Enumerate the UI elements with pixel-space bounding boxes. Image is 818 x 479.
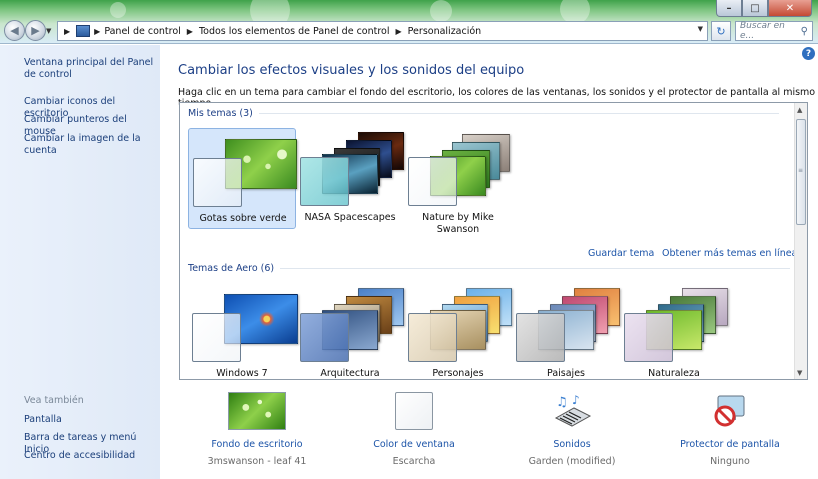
svg-text:♫: ♫ <box>556 395 568 410</box>
page-title: Cambiar los efectos visuales y los sonid… <box>178 63 525 78</box>
theme-name: Naturaleza <box>648 368 700 379</box>
maximize-button[interactable]: □ <box>742 0 768 17</box>
divider <box>258 113 779 114</box>
minimize-button[interactable]: – <box>716 0 742 17</box>
breadcrumb-personalizacion[interactable]: Personalización <box>408 26 482 37</box>
theme-paisajes[interactable]: Paisajes <box>512 284 620 379</box>
my-themes-title: Mis temas (3) <box>188 108 253 119</box>
more-themes-online-link[interactable]: Obtener más temas en línea <box>662 248 797 259</box>
sounds-value: Garden (modified) <box>528 456 616 467</box>
chevron-right-icon: ▶ <box>94 26 101 36</box>
theme-name: Gotas sobre verde <box>199 213 287 224</box>
address-bar[interactable]: ▶ ▶ Panel de control ▶ Todos los element… <box>57 21 708 41</box>
theme-gotas-sobre-verde[interactable]: Gotas sobre verde <box>188 128 297 229</box>
grip-icon: ≡ <box>798 167 804 174</box>
sounds-setting[interactable]: ♫ ♪ Sonidos Garden (modified) <box>502 392 642 467</box>
desktop-background-icon <box>228 392 286 430</box>
desktop-background-setting[interactable]: Fondo de escritorio 3mswanson - leaf 41 <box>187 392 327 467</box>
screensaver-value: Ninguno <box>710 456 750 467</box>
theme-list-scrollbar[interactable]: ▲ ≡ ▼ <box>794 103 807 379</box>
window-color-setting[interactable]: Color de ventana Escarcha <box>344 392 484 467</box>
arrow-right-icon: ▶ <box>31 24 40 37</box>
theme-name: NASA Spacescapes <box>304 212 396 223</box>
theme-personajes[interactable]: Personajes <box>404 284 512 379</box>
recent-pages-dropdown[interactable]: ▼ <box>46 27 51 35</box>
my-themes-heading: Mis temas (3) <box>188 108 779 119</box>
screensaver-label[interactable]: Protector de pantalla <box>660 439 800 450</box>
theme-name: Nature by Mike Swanson <box>422 212 494 235</box>
theme-name: Paisajes <box>547 368 585 379</box>
theme-nasa-spacescapes[interactable]: NASA Spacescapes <box>296 128 404 229</box>
search-placeholder: Buscar en e... <box>740 21 785 41</box>
theme-list: Mis temas (3) Gotas sobre verde NASA Spa… <box>179 102 808 380</box>
arrow-left-icon: ◀ <box>10 24 19 37</box>
chevron-right-icon[interactable]: ▶ <box>396 27 402 36</box>
breadcrumb-todos-los-elementos[interactable]: Todos los elementos de Panel de control <box>199 26 390 37</box>
control-panel-icon <box>76 25 91 37</box>
theme-name: Personajes <box>432 368 484 379</box>
sidebar-link-main[interactable]: Ventana principal del Panel de control <box>24 57 156 81</box>
sidebar-link-account-picture[interactable]: Cambiar la imagen de la cuenta <box>24 133 156 157</box>
sounds-icon: ♫ ♪ <box>552 392 592 432</box>
glass-color-swatch <box>192 313 241 362</box>
screensaver-icon <box>710 392 750 432</box>
theme-name: Arquitectura <box>320 368 380 379</box>
scroll-down-arrow-icon[interactable]: ▼ <box>797 369 802 377</box>
refresh-icon: ↻ <box>716 24 726 38</box>
aero-themes-title: Temas de Aero (6) <box>188 263 275 274</box>
see-also-heading: Vea también <box>24 395 84 406</box>
divider <box>280 268 791 269</box>
desktop-background-label[interactable]: Fondo de escritorio <box>187 439 327 450</box>
window-color-value: Escarcha <box>392 456 436 467</box>
window-color-icon <box>395 392 433 430</box>
chevron-right-icon: ▶ <box>64 26 71 36</box>
window-color-label[interactable]: Color de ventana <box>344 439 484 450</box>
search-icon[interactable]: ⚲ <box>801 26 808 37</box>
theme-nature-by-mike-swanson[interactable]: Nature by Mike Swanson <box>404 128 512 235</box>
aero-themes-heading: Temas de Aero (6) <box>188 263 791 274</box>
back-button[interactable]: ◀ <box>4 20 25 41</box>
forward-button[interactable]: ▶ <box>25 20 46 41</box>
glass-color-swatch <box>300 157 349 206</box>
window-controls: – □ ✕ <box>716 0 812 17</box>
theme-naturaleza[interactable]: Naturaleza <box>620 284 728 379</box>
refresh-button[interactable]: ↻ <box>711 21 731 41</box>
glass-color-swatch <box>408 157 457 206</box>
theme-name: Windows 7 <box>216 368 268 379</box>
save-theme-link[interactable]: Guardar tema <box>588 248 654 259</box>
breadcrumb-panel-de-control[interactable]: Panel de control <box>104 26 180 37</box>
glass-color-swatch <box>408 313 457 362</box>
sidebar-link-accessibility[interactable]: Centro de accesibilidad <box>24 450 156 462</box>
close-button[interactable]: ✕ <box>768 0 812 17</box>
help-button[interactable]: ? <box>802 47 815 60</box>
theme-arquitectura[interactable]: Arquitectura <box>296 284 404 379</box>
glass-color-swatch <box>300 313 349 362</box>
glass-color-swatch <box>193 158 242 207</box>
svg-text:♪: ♪ <box>572 393 580 407</box>
sidebar-link-display[interactable]: Pantalla <box>24 414 156 426</box>
glass-color-swatch <box>516 313 565 362</box>
glass-color-swatch <box>624 313 673 362</box>
sidebar: Ventana principal del Panel de control C… <box>0 45 160 479</box>
search-input[interactable]: Buscar en e... ⚲ <box>735 21 813 41</box>
sounds-label[interactable]: Sonidos <box>502 439 642 450</box>
chevron-down-icon[interactable]: ▼ <box>698 25 703 33</box>
desktop-background-value: 3mswanson - leaf 41 <box>207 456 307 467</box>
chevron-right-icon[interactable]: ▶ <box>187 27 193 36</box>
screensaver-setting[interactable]: Protector de pantalla Ninguno <box>660 392 800 467</box>
scroll-up-arrow-icon[interactable]: ▲ <box>797 106 802 114</box>
theme-windows-7[interactable]: Windows 7 <box>188 284 298 379</box>
